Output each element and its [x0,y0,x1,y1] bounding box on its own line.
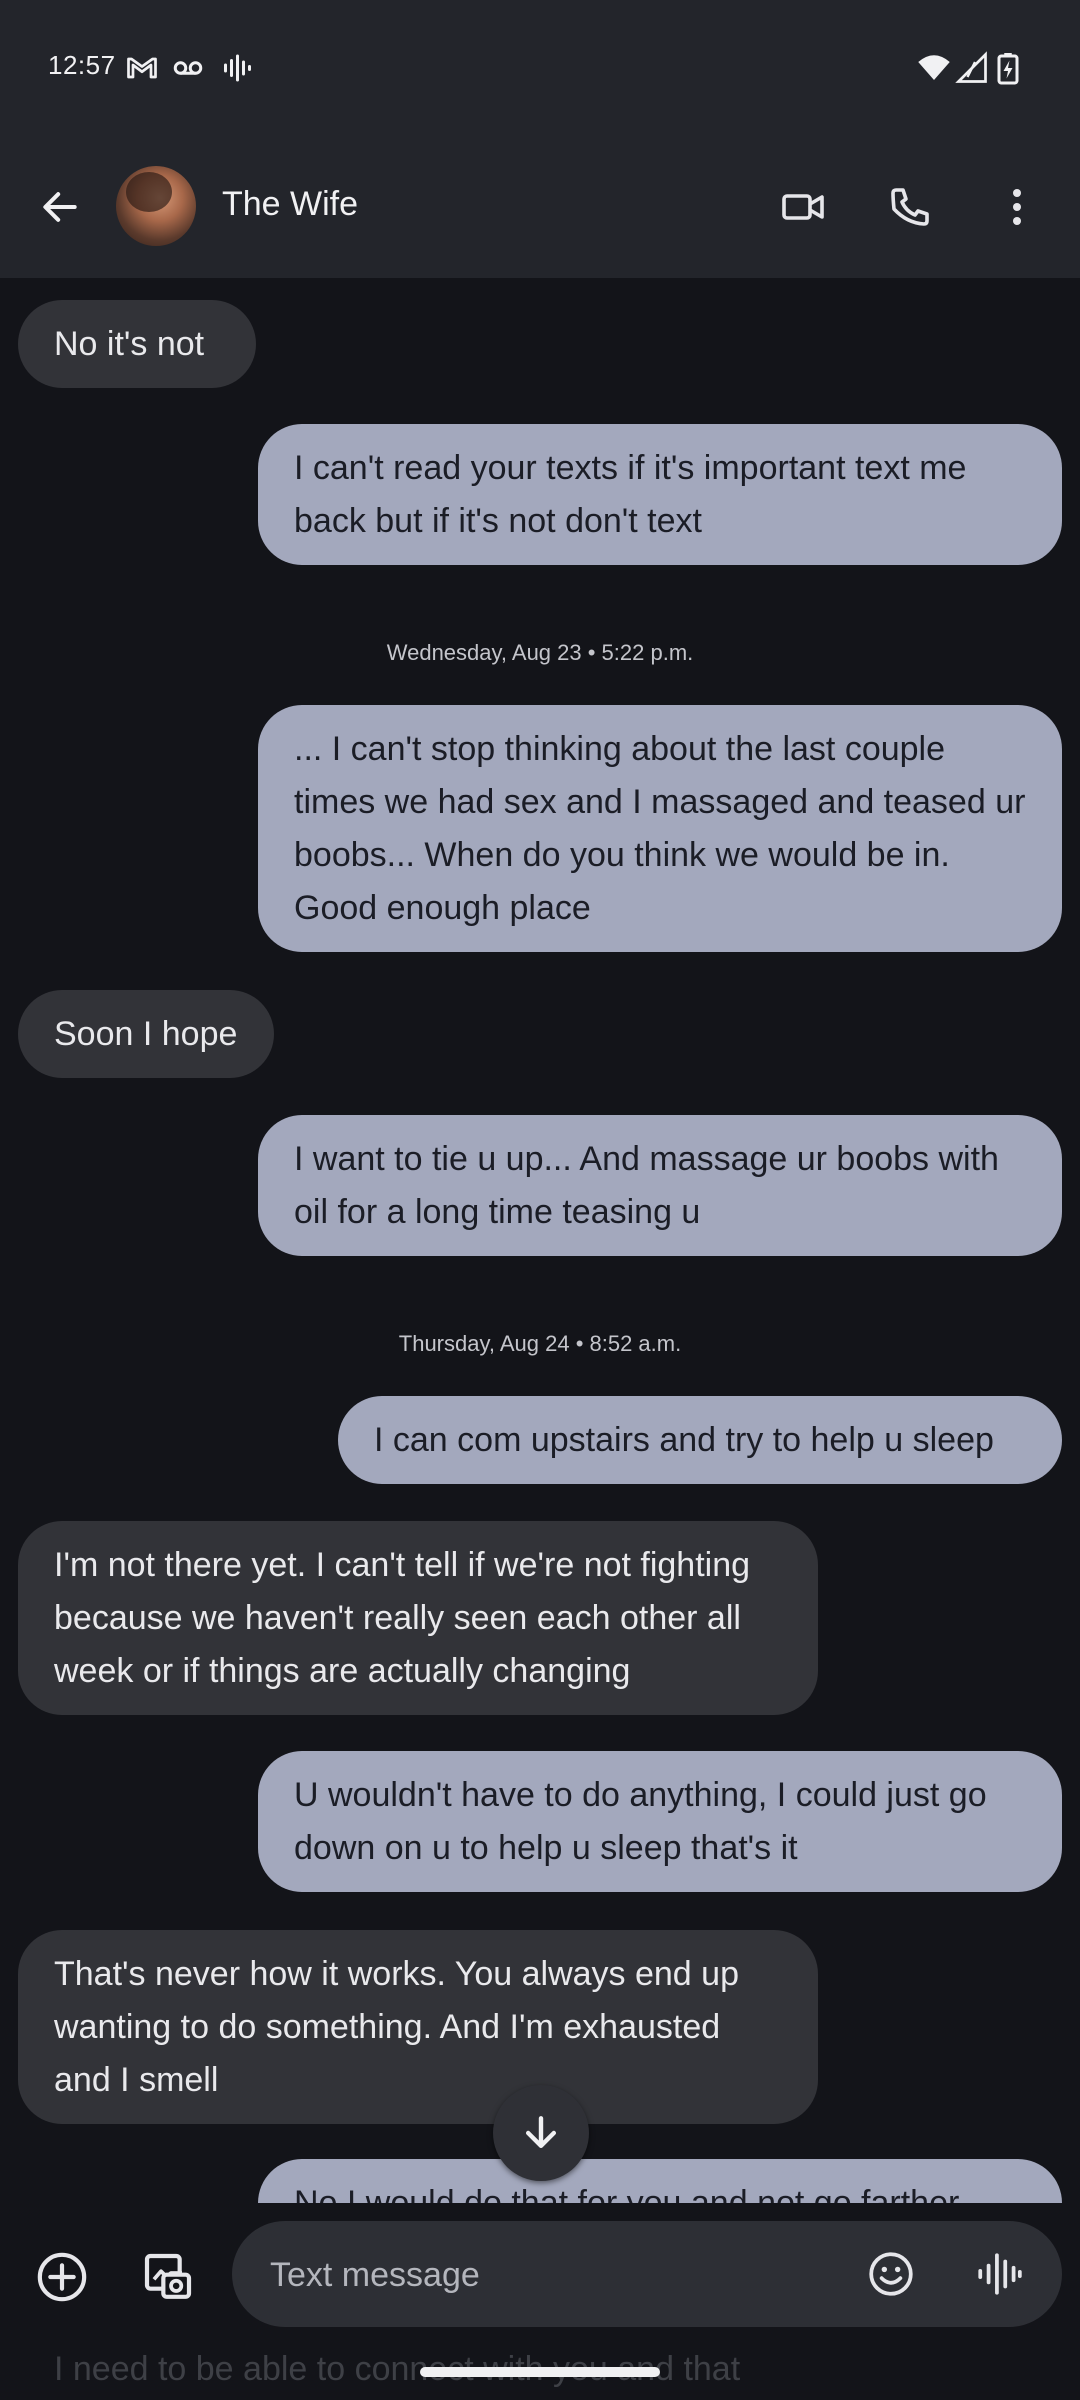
timestamp-divider: Thursday, Aug 24 • 8:52 a.m. [398,1331,682,1356]
message-bubble-outgoing[interactable]: I can com upstairs and try to help u sle… [338,1396,1062,1484]
gallery-icon [144,2253,192,2299]
message-bubble-outgoing[interactable]: ... I can't stop thinking about the last… [258,705,1062,952]
emoji-button[interactable] [862,2245,920,2303]
video-call-button[interactable] [767,171,839,243]
sound-wave-icon [216,50,256,86]
phone-call-button[interactable] [874,171,946,243]
contact-name[interactable]: The Wife [222,185,358,224]
message-bubble-incoming[interactable]: No it's not [18,300,256,388]
phone-call-icon [891,188,929,226]
back-arrow-icon [43,192,77,222]
message-bubble-outgoing[interactable]: I want to tie u up... And massage ur boo… [258,1115,1062,1256]
home-indicator[interactable] [420,2367,660,2377]
signal-icon [952,50,992,86]
video-call-icon [782,194,824,220]
scroll-to-bottom-button[interactable] [493,2085,589,2181]
message-bubble-incoming[interactable]: Soon I hope [18,990,274,1078]
back-button[interactable] [28,175,92,239]
voicemail-icon [168,50,208,86]
gallery-button[interactable] [134,2243,202,2311]
message-bubble-outgoing[interactable]: U wouldn't have to do anything, I could … [258,1751,1062,1892]
more-options-button[interactable] [981,171,1053,243]
voice-message-icon [978,2253,1022,2295]
timestamp-divider: Wednesday, Aug 23 • 5:22 p.m. [386,640,694,665]
voice-message-button[interactable] [970,2245,1028,2303]
message-input-container[interactable] [232,2221,1062,2327]
message-input[interactable] [268,2249,772,2301]
gmail-icon [122,50,162,86]
message-bubble-outgoing[interactable]: No I would do that for you and not go fa… [258,2159,1062,2203]
wifi-icon [914,50,954,86]
message-bubble-incoming[interactable]: That's never how it works. You always en… [18,1930,818,2124]
status-time: 12:57 [48,50,116,80]
battery-charging-icon [988,50,1028,86]
message-bubble-incoming[interactable]: I'm not there yet. I can't tell if we're… [18,1521,818,1715]
more-options-icon [1013,189,1021,225]
emoji-icon [869,2252,913,2296]
message-thread[interactable]: No it's not I can't read your texts if i… [0,278,1080,2203]
compose-bar [0,2203,1080,2343]
conversation-header: The Wife [0,135,1080,278]
arrow-down-icon [525,2116,557,2149]
message-bubble-outgoing[interactable]: I can't read your texts if it's importan… [258,424,1062,565]
contact-avatar[interactable] [116,166,196,246]
add-attachment-button[interactable] [28,2243,96,2311]
add-icon [37,2252,87,2302]
status-bar: 12:57 [0,0,1080,135]
